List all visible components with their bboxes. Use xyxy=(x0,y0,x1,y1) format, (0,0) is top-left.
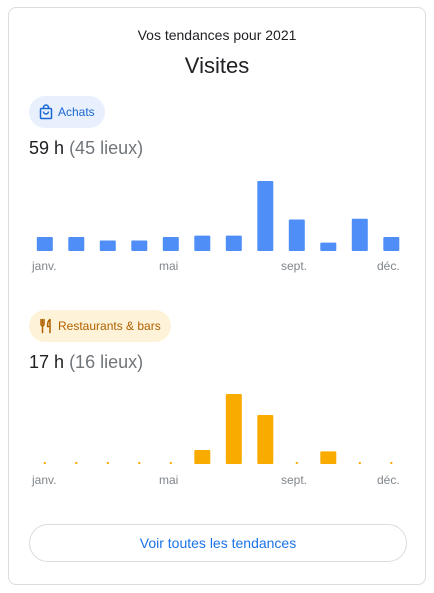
month-label-sept: sept. xyxy=(281,259,308,273)
shopping-hours: 59 h xyxy=(29,138,65,158)
bar-oct. xyxy=(320,242,337,251)
shopping-bars-svg xyxy=(36,181,400,251)
month-label-janv: janv. xyxy=(32,259,57,273)
empty-bar-marker-mai xyxy=(169,462,172,464)
restaurants-month-axis: janv. mai sept. déc. xyxy=(29,473,407,489)
category-chip-restaurants[interactable]: Restaurants & bars xyxy=(29,310,171,342)
category-chip-shopping[interactable]: Achats xyxy=(29,96,105,128)
empty-bar-marker-déc. xyxy=(390,462,393,464)
bar-déc. xyxy=(383,237,400,251)
shopping-places: (45 lieux) xyxy=(69,138,144,158)
bar-juil. xyxy=(225,235,242,251)
chip-label: Restaurants & bars xyxy=(58,319,161,333)
empty-bar-marker-sept. xyxy=(295,462,298,464)
empty-bar-marker-janv. xyxy=(43,462,46,464)
bar-janv. xyxy=(36,237,53,251)
bar-août xyxy=(257,415,274,464)
empty-bar-marker-nov. xyxy=(358,462,361,464)
month-label-mai: mai xyxy=(159,259,179,273)
bar-nov. xyxy=(351,218,368,251)
bar-août xyxy=(257,181,274,251)
bar-juin xyxy=(194,235,211,251)
restaurants-places: (16 lieux) xyxy=(69,352,144,372)
month-label-sept: sept. xyxy=(281,473,308,487)
shopping-bag-icon xyxy=(39,104,53,120)
restaurants-bar-chart xyxy=(29,384,407,464)
empty-bar-marker-avr. xyxy=(138,462,141,464)
empty-bar-marker-févr. xyxy=(75,462,78,464)
chip-label: Achats xyxy=(58,105,95,119)
card-title: Visites xyxy=(184,53,250,78)
bar-févr. xyxy=(68,237,85,251)
restaurants-hours: 17 h xyxy=(29,352,65,372)
bar-avr. xyxy=(131,240,148,251)
restaurants-stat: 17 h (16 lieux) xyxy=(29,352,143,373)
month-label-janv: janv. xyxy=(32,473,57,487)
card-subtitle: Vos tendances pour 2021 xyxy=(137,27,297,43)
shopping-bar-chart xyxy=(29,171,407,251)
restaurants-bars-svg xyxy=(43,394,393,464)
month-label-dec: déc. xyxy=(377,259,400,273)
bar-mars xyxy=(99,240,116,251)
bar-juin xyxy=(194,450,211,464)
month-label-dec: déc. xyxy=(377,473,400,487)
trends-card xyxy=(8,7,426,585)
bar-sept. xyxy=(288,219,305,251)
shopping-month-axis: janv. mai sept. déc. xyxy=(29,259,407,275)
bar-mai xyxy=(162,237,179,251)
bar-oct. xyxy=(320,451,337,464)
bar-juil. xyxy=(225,394,242,464)
empty-bar-marker-mars xyxy=(106,462,109,464)
month-label-mai: mai xyxy=(159,473,179,487)
shopping-stat: 59 h (45 lieux) xyxy=(29,138,143,159)
fork-knife-icon xyxy=(40,318,51,334)
see-all-trends-button[interactable]: Voir toutes les tendances xyxy=(29,524,407,562)
